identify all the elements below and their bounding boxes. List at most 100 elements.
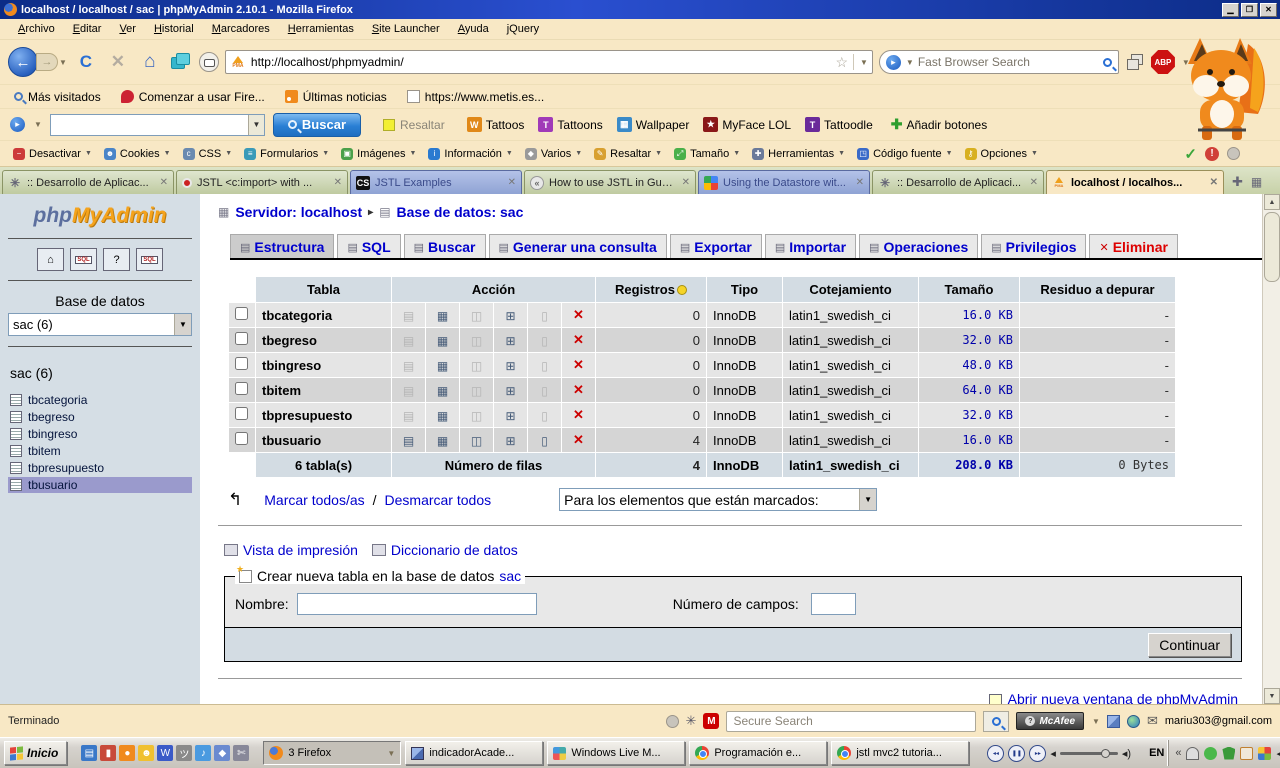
vertical-scrollbar[interactable]: ▲ ▼ bbox=[1262, 194, 1280, 704]
row-checkbox[interactable] bbox=[235, 332, 248, 345]
volume-knob[interactable] bbox=[1101, 749, 1110, 758]
pma-tab-exportar[interactable]: ▤Exportar bbox=[670, 234, 762, 258]
tab-close-icon[interactable]: ✕ bbox=[856, 177, 864, 188]
engine-dropdown-icon[interactable]: ▼ bbox=[906, 58, 914, 67]
uncheck-all-link[interactable]: Desmarcar todos bbox=[385, 492, 492, 508]
all-tabs-button[interactable]: ▦ bbox=[1251, 175, 1262, 189]
tab-close-icon[interactable]: ✕ bbox=[1210, 177, 1218, 188]
buscar-button[interactable]: Buscar bbox=[273, 113, 361, 137]
drop-icon[interactable]: ✕ bbox=[573, 432, 584, 447]
menu-historial[interactable]: Historial bbox=[146, 21, 202, 37]
volume-slider[interactable] bbox=[1060, 752, 1118, 755]
browser-tab-1[interactable]: ✳:: Desarrollo de Aplicac...✕ bbox=[2, 170, 174, 194]
devbar-cookies[interactable]: ☻Cookies▼ bbox=[99, 146, 176, 162]
new-window-link[interactable]: Abrir nueva ventana de phpMyAdmin bbox=[1008, 691, 1238, 704]
mcafee-dropdown-icon[interactable]: ▼ bbox=[1092, 717, 1100, 726]
pma-tab-importar[interactable]: ▤Importar bbox=[765, 234, 856, 258]
scroll-up-icon[interactable]: ▲ bbox=[1264, 194, 1280, 210]
tab-close-icon[interactable]: ✕ bbox=[682, 177, 690, 188]
messenger-quicklaunch-icon[interactable]: ☻ bbox=[138, 745, 154, 761]
drop-icon[interactable]: ✕ bbox=[573, 382, 584, 397]
devbar-resize[interactable]: ⤢Tamaño▼ bbox=[669, 146, 745, 162]
addon-tattoodle[interactable]: TTattoodle bbox=[805, 117, 873, 132]
menu-archivo[interactable]: Archivo bbox=[10, 21, 63, 37]
start-button[interactable]: Inicio bbox=[4, 741, 67, 765]
print-view-link[interactable]: Vista de impresión bbox=[224, 542, 358, 558]
media-prev-button[interactable]: ◂◂ bbox=[987, 745, 1004, 762]
tab-groups-icon[interactable] bbox=[169, 52, 193, 72]
structure-icon[interactable]: ▦ bbox=[437, 384, 448, 398]
url-dropdown-icon[interactable]: ▼ bbox=[860, 58, 868, 67]
speaker-icon[interactable]: ◂) bbox=[1122, 747, 1131, 760]
resaltar-toggle[interactable]: Resaltar bbox=[383, 118, 445, 132]
devbar-options[interactable]: ⚷Opciones▼ bbox=[960, 146, 1043, 162]
reload-button[interactable]: C bbox=[73, 52, 99, 72]
secure-search-input[interactable]: Secure Search bbox=[726, 711, 976, 732]
taskbar-button-programaci-n-e-[interactable]: Programación e... bbox=[689, 741, 827, 765]
taskbar-button-3-firefox[interactable]: 3 Firefox▼ bbox=[263, 741, 401, 765]
devbar-info[interactable]: iInformación▼ bbox=[423, 146, 517, 162]
sidebar-table-tbitem[interactable]: tbitem bbox=[8, 443, 192, 459]
menu-ayuda[interactable]: Ayuda bbox=[450, 21, 497, 37]
search-icon[interactable]: ◫ bbox=[471, 434, 482, 448]
structure-icon[interactable]: ▦ bbox=[437, 409, 448, 423]
drop-icon[interactable]: ✕ bbox=[573, 407, 584, 422]
search-engine-icon[interactable]: ▸ bbox=[886, 55, 901, 70]
table-name-cell[interactable]: tbegreso bbox=[256, 328, 391, 352]
taskbar-button-jstl-mvc2-tutoria-[interactable]: jstl mvc2 tutoria... bbox=[831, 741, 969, 765]
row-checkbox[interactable] bbox=[235, 357, 248, 370]
close-button[interactable]: ✕ bbox=[1260, 3, 1277, 17]
account-email[interactable]: mariu303@gmail.com bbox=[1165, 715, 1272, 727]
continuar-button[interactable]: Continuar bbox=[1148, 633, 1231, 657]
devbar-disable[interactable]: −Desactivar▼ bbox=[8, 146, 97, 162]
scroll-down-icon[interactable]: ▼ bbox=[1264, 688, 1280, 704]
sidebar-table-tbingreso[interactable]: tbingreso bbox=[8, 426, 192, 442]
menu-marcadores[interactable]: Marcadores bbox=[204, 21, 278, 37]
table-name-cell[interactable]: tbitem bbox=[256, 378, 391, 402]
mail-icon[interactable]: ✉ bbox=[1147, 713, 1158, 729]
devbar-highlight[interactable]: ✎Resaltar▼ bbox=[589, 146, 667, 162]
tab-close-icon[interactable]: ✕ bbox=[508, 177, 516, 188]
devbar-images[interactable]: ▣Imágenes▼ bbox=[336, 146, 421, 162]
secure-search-button[interactable] bbox=[983, 711, 1009, 732]
forward-button[interactable]: → bbox=[36, 53, 58, 71]
taskbar-button-indicadoracade-[interactable]: indicadorAcade... bbox=[405, 741, 543, 765]
restore-button[interactable]: ❐ bbox=[1241, 3, 1258, 17]
drop-icon[interactable]: ✕ bbox=[573, 307, 584, 322]
valid-check-icon[interactable]: ✓ bbox=[1184, 145, 1197, 163]
db-select-arrow-icon[interactable]: ▼ bbox=[174, 314, 191, 335]
insert-icon[interactable]: ⊞ bbox=[505, 409, 515, 423]
pma-sql-icon[interactable]: SQL bbox=[70, 248, 97, 271]
table-name-input[interactable] bbox=[297, 593, 537, 615]
devbar-forms[interactable]: ≡Formularios▼ bbox=[239, 146, 334, 162]
pma-tab-privilegios[interactable]: ▤Privilegios bbox=[981, 234, 1086, 258]
sidebar-table-tbcategoria[interactable]: tbcategoria bbox=[8, 392, 192, 408]
firefox-quicklaunch-icon[interactable]: ● bbox=[119, 745, 135, 761]
addon-wallpaper[interactable]: ▦Wallpaper bbox=[617, 117, 690, 132]
volume-tray-icon[interactable]: ◂)) bbox=[1276, 747, 1280, 760]
forum-icon[interactable] bbox=[199, 52, 219, 72]
pma-tab-operaciones[interactable]: ▤Operaciones bbox=[859, 234, 978, 258]
show-desktop-icon[interactable]: ▤ bbox=[81, 745, 97, 761]
menu-jquery[interactable]: jQuery bbox=[499, 21, 547, 37]
word-icon[interactable]: W bbox=[157, 745, 173, 761]
db-select[interactable]: sac (6) ▼ bbox=[8, 313, 192, 336]
insert-icon[interactable]: ⊞ bbox=[505, 434, 515, 448]
browser-tab-5[interactable]: Using the Datastore wit...✕ bbox=[698, 170, 870, 194]
bookmark-star-icon[interactable]: ☆ bbox=[835, 54, 848, 71]
table-name-cell[interactable]: tbpresupuesto bbox=[256, 403, 391, 427]
menu-site-launcher[interactable]: Site Launcher bbox=[364, 21, 448, 37]
create-table-db-link[interactable]: sac bbox=[499, 568, 521, 584]
bookmark-item[interactable]: Más visitados bbox=[6, 88, 109, 106]
breadcrumb-server-link[interactable]: Servidor: localhost bbox=[235, 204, 362, 220]
back-button[interactable]: ← bbox=[8, 47, 38, 77]
web-search-box[interactable]: ▸ ▼ Fast Browser Search bbox=[879, 50, 1119, 74]
cut-icon[interactable]: ✄ bbox=[233, 745, 249, 761]
empty-icon[interactable]: ▯ bbox=[541, 434, 548, 448]
row-checkbox[interactable] bbox=[235, 432, 248, 445]
pma-tab-generar-una-consulta[interactable]: ▤Generar una consulta bbox=[489, 234, 667, 258]
adblock-dropdown-icon[interactable]: ▼ bbox=[1182, 58, 1190, 67]
browser-tab-7[interactable]: PMAlocalhost / localhos...✕ bbox=[1046, 170, 1224, 194]
pma-tab-buscar[interactable]: ▤Buscar bbox=[404, 234, 486, 258]
add-buttons[interactable]: ✚ Añadir botones bbox=[891, 116, 987, 133]
